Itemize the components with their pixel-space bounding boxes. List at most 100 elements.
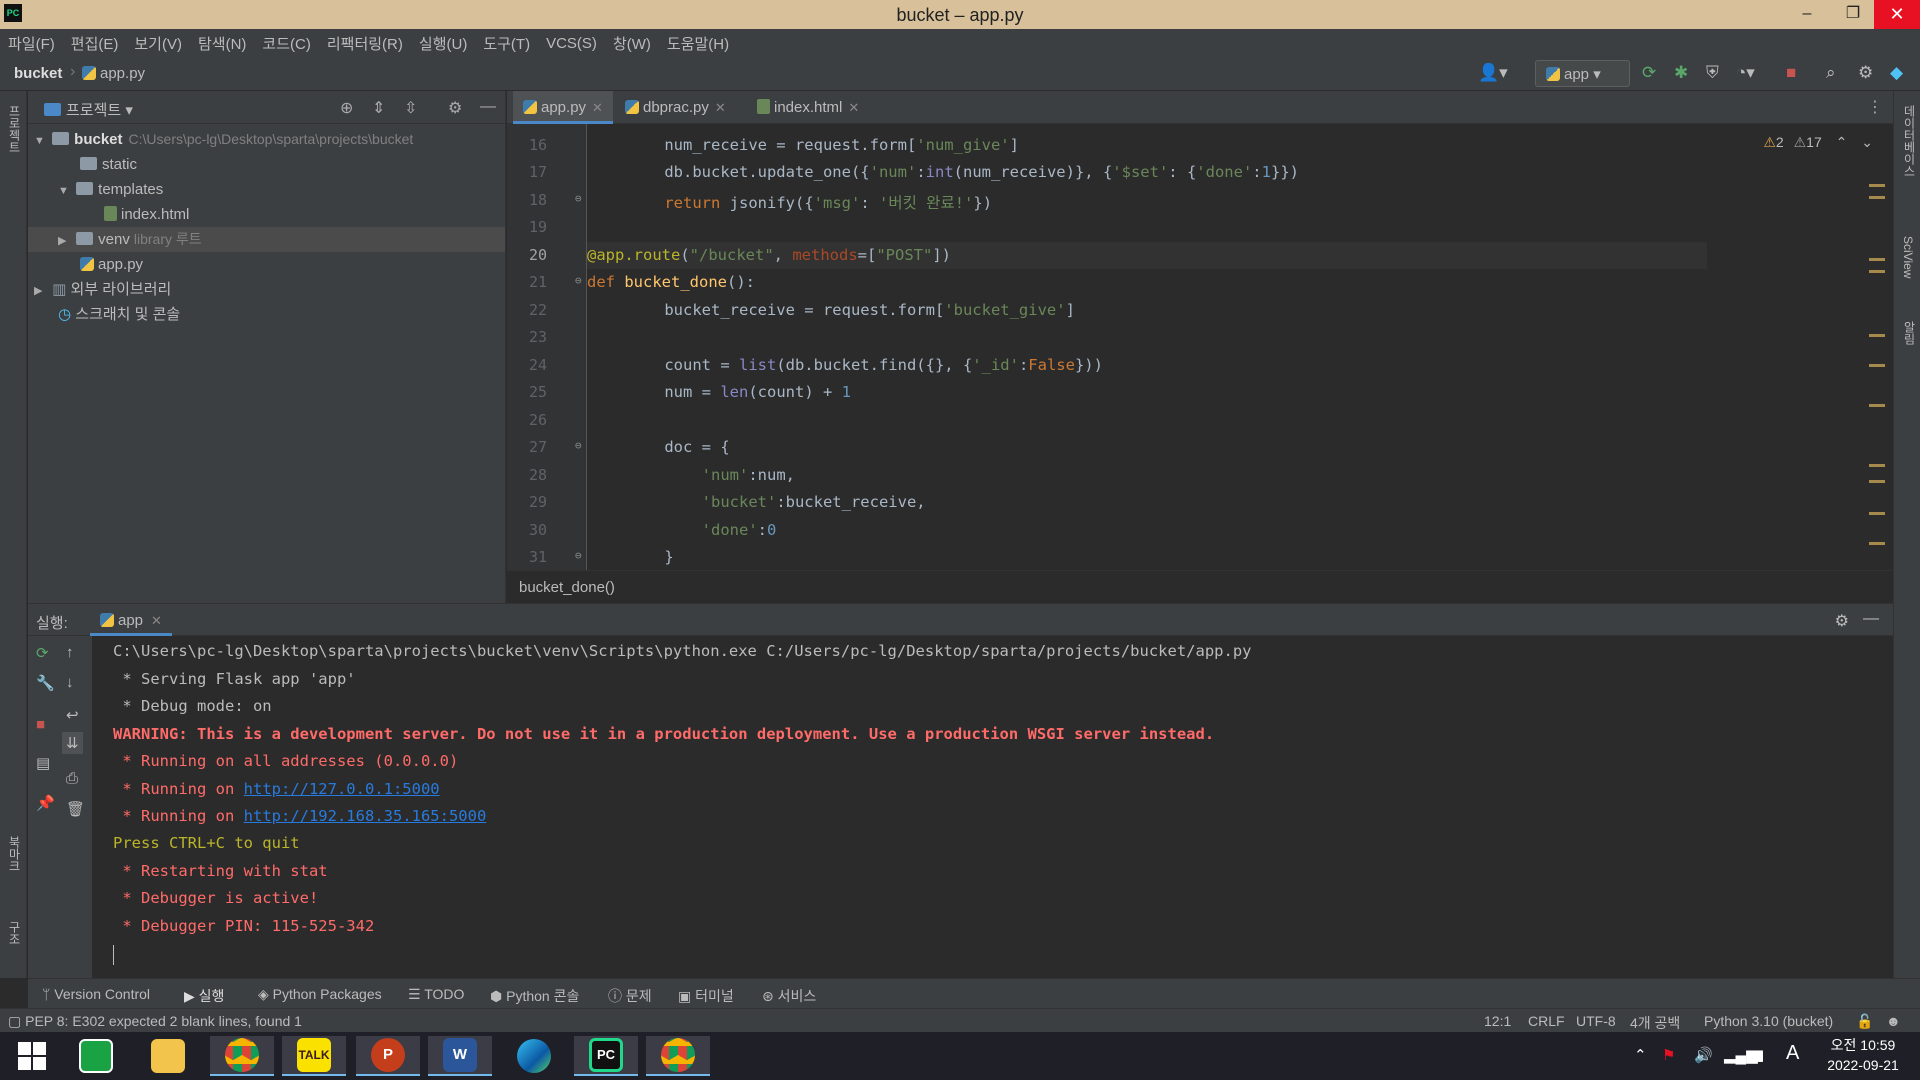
tool-terminal[interactable]: ▣ 터미널	[678, 986, 734, 1006]
project-tool-tab[interactable]: 프로젝트	[6, 105, 23, 153]
tree-item-scratches[interactable]: ◷ 스크래치 및 콘솔	[28, 302, 505, 327]
status-message[interactable]: ▢ PEP 8: E302 expected 2 blank lines, fo…	[8, 1013, 302, 1030]
run-config-select[interactable]: app ▾	[1535, 60, 1630, 87]
python-interpreter[interactable]: Python 3.10 (bucket)	[1704, 1013, 1833, 1029]
fold-icon[interactable]: ⊖	[575, 549, 582, 562]
breadcrumb-file[interactable]: app.py	[82, 65, 145, 82]
start-button[interactable]	[0, 1036, 64, 1076]
error-stripe-mark[interactable]	[1869, 480, 1885, 483]
wrench-icon[interactable]: 🔧	[36, 674, 55, 692]
menu-code[interactable]: 코드(C)	[262, 33, 310, 54]
tree-item-venv[interactable]: ▶ venv library 루트	[28, 227, 505, 252]
lock-icon[interactable]: 🔓	[1856, 1013, 1873, 1030]
tree-item-index-html[interactable]: index.html	[28, 202, 505, 227]
search-icon[interactable]: ⌕	[1826, 63, 1836, 83]
panel-settings-icon[interactable]: ⚙	[448, 98, 462, 118]
stop-icon[interactable]: ■	[36, 716, 45, 733]
error-stripe-mark[interactable]	[1869, 184, 1885, 187]
tool-run[interactable]: ▶ 실행	[184, 986, 224, 1006]
menu-window[interactable]: 창(W)	[613, 33, 651, 54]
taskbar-pycharm[interactable]: PC	[574, 1036, 638, 1076]
taskbar-word[interactable]: W	[428, 1036, 492, 1076]
rerun-icon[interactable]: ⟳	[1642, 63, 1656, 83]
error-stripe-mark[interactable]	[1869, 334, 1885, 337]
notifications-tool-tab[interactable]: 알림	[1901, 321, 1918, 345]
menu-vcs[interactable]: VCS(S)	[546, 35, 597, 52]
soft-wrap-icon[interactable]: ↩	[66, 706, 79, 724]
menu-file[interactable]: 파일(F)	[8, 33, 55, 54]
caret-position[interactable]: 12:1	[1484, 1013, 1511, 1029]
system-clock[interactable]: 오전 10:59 2022-09-21	[1818, 1035, 1908, 1075]
taskbar-powerpoint[interactable]: P	[356, 1036, 420, 1076]
error-stripe-mark[interactable]	[1869, 364, 1885, 367]
error-stripe-mark[interactable]	[1869, 196, 1885, 199]
tool-problems[interactable]: ⓘ 문제	[608, 986, 652, 1006]
menu-tools[interactable]: 도구(T)	[483, 33, 530, 54]
tab-dbprac-py[interactable]: dbprac.py ✕	[615, 91, 736, 124]
function-breadcrumb[interactable]: bucket_done()	[519, 579, 615, 596]
close-tab-icon[interactable]: ✕	[592, 100, 603, 115]
tree-item-bucket[interactable]: ▼ bucket C:\Users\pc-lg\Desktop\sparta\pr…	[28, 127, 505, 152]
project-panel-title[interactable]: 프로젝트 ▾	[44, 99, 133, 120]
arrow-up-icon[interactable]: ↑	[66, 644, 74, 661]
collapse-all-icon[interactable]: ⇳	[404, 98, 417, 118]
fold-icon[interactable]: ⊖	[575, 192, 582, 205]
close-button[interactable]: ✕	[1874, 0, 1920, 29]
hide-run-panel-icon[interactable]: —	[1863, 610, 1879, 628]
code-breadcrumb[interactable]: bucket_done()	[507, 570, 1893, 603]
more-tabs-icon[interactable]: ⋮	[1867, 97, 1883, 117]
arrow-down-icon[interactable]: ↓	[66, 674, 74, 691]
inspector-icon[interactable]: ☻	[1886, 1013, 1901, 1029]
tab-app-py[interactable]: app.py ✕	[513, 91, 613, 124]
locate-icon[interactable]: ⊕	[340, 98, 353, 118]
trash-icon[interactable]: 🗑	[66, 800, 85, 818]
error-stripe-mark[interactable]	[1869, 258, 1885, 261]
next-highlight-icon[interactable]: ⌄	[1861, 134, 1873, 150]
minimize-button[interactable]: –	[1784, 0, 1830, 29]
settings-gear-icon[interactable]: ⚙	[1858, 63, 1873, 83]
coverage-icon[interactable]: ⛨	[1706, 63, 1719, 83]
console-link[interactable]: http://127.0.0.1:5000	[244, 780, 440, 798]
sciview-tool-tab[interactable]: SciView	[1901, 236, 1915, 278]
error-stripe-mark[interactable]	[1869, 512, 1885, 515]
battery-icon[interactable]: ▮	[1756, 1046, 1764, 1064]
run-settings-gear-icon[interactable]: ⚙	[1835, 611, 1849, 631]
print-icon[interactable]: ⎙	[66, 770, 78, 787]
pin-icon[interactable]: 📌	[36, 794, 55, 812]
tool-version-control[interactable]: ᛘ Version Control	[42, 986, 150, 1002]
fold-icon[interactable]: ⊖	[575, 274, 582, 287]
tool-python-console[interactable]: ⬢ Python 콘솔	[490, 986, 579, 1006]
hide-panel-icon[interactable]: —	[480, 98, 496, 116]
code-editor[interactable]: 16 17 18 19 20 21 22 23 24 25 26 27 28 2…	[507, 124, 1893, 570]
fold-icon[interactable]: ⊖	[575, 439, 582, 452]
menu-view[interactable]: 보기(V)	[134, 33, 182, 54]
expand-all-icon[interactable]: ⇕	[372, 98, 385, 118]
inspection-widget[interactable]: ⚠2 ⚠17 ⌃ ⌄	[1763, 134, 1873, 151]
menu-help[interactable]: 도움말(H)	[667, 33, 729, 54]
indent-setting[interactable]: 4개 공백	[1630, 1013, 1680, 1033]
run-tab-app[interactable]: app ✕	[90, 604, 172, 636]
previous-highlight-icon[interactable]: ⌃	[1836, 134, 1848, 150]
tray-flag-icon[interactable]: ⚑	[1662, 1046, 1675, 1064]
tool-python-packages[interactable]: ◈ Python Packages	[258, 986, 382, 1003]
layout-icon[interactable]: ▤	[36, 754, 50, 772]
console-link[interactable]: http://192.168.35.165:5000	[244, 807, 487, 825]
close-tab-icon[interactable]: ✕	[715, 100, 726, 115]
ime-indicator[interactable]: A	[1786, 1042, 1799, 1065]
tree-item-external-libraries[interactable]: ▶ ▥ 외부 라이브러리	[28, 277, 505, 302]
restore-button[interactable]: ❐	[1830, 0, 1876, 29]
breadcrumb-project[interactable]: bucket	[14, 65, 62, 82]
tool-todo[interactable]: ☰ TODO	[408, 986, 464, 1003]
tree-item-static[interactable]: static	[28, 152, 505, 177]
volume-icon[interactable]: 🔊	[1694, 1046, 1713, 1064]
tool-services[interactable]: ⊛ 서비스	[762, 986, 816, 1006]
file-encoding[interactable]: UTF-8	[1576, 1013, 1616, 1029]
line-ending[interactable]: CRLF	[1528, 1013, 1565, 1029]
network-icon[interactable]: ▂▄▆	[1724, 1046, 1758, 1064]
stop-icon[interactable]: ■	[1786, 63, 1796, 83]
error-stripe-mark[interactable]	[1869, 542, 1885, 545]
taskbar-store[interactable]	[64, 1036, 128, 1076]
taskbar-edge[interactable]	[502, 1036, 566, 1076]
error-stripe-mark[interactable]	[1869, 464, 1885, 467]
tree-item-app-py[interactable]: app.py	[28, 252, 505, 277]
